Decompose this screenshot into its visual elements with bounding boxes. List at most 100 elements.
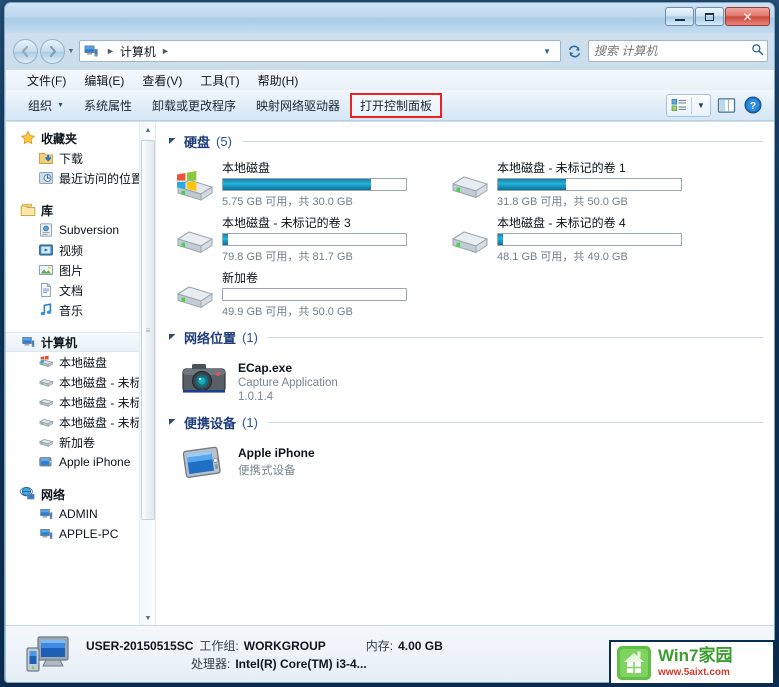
sidebar-item-admin[interactable]: ADMIN [6,504,155,524]
divider [267,337,763,338]
open-control-panel-button[interactable]: 打开控制面板 [350,92,443,118]
item-description: 便携式设备 [238,465,296,477]
collapse-triangle-icon[interactable] [168,332,178,343]
menu-view[interactable]: 查看(V) [133,70,191,91]
sidebar-item-apple-pc[interactable]: APPLE-PC [6,524,155,544]
show-preview-pane-button[interactable] [714,94,738,116]
change-view-button[interactable] [667,94,691,116]
collapse-triangle-icon[interactable] [168,417,178,428]
drive-icon [38,414,54,430]
sidebar-label: 下载 [59,151,84,166]
sidebar-item-documents[interactable]: 文档 [6,280,155,300]
back-button[interactable] [13,38,38,64]
scroll-up-button[interactable]: ▲ [140,122,155,138]
sidebar-item-downloads[interactable]: 下载 [6,148,155,168]
sidebar-item-new-volume[interactable]: 新加卷 [6,432,155,452]
breadcrumb-computer[interactable]: 计算机 [120,43,156,60]
computer-icon [38,526,54,542]
breadcrumb-separator-2[interactable]: ► [161,46,170,56]
sidebar-item-local-disk-2[interactable]: 本地磁盘 - 未标i [6,392,155,412]
drive-icon [38,394,54,410]
scrollbar-thumb[interactable]: ≡ [141,140,155,520]
network-icon [20,486,36,502]
minimize-button[interactable] [665,7,694,26]
group-header-hard-disks[interactable]: 硬盘 (5) [168,132,774,151]
sidebar-item-subversion[interactable]: Subversion [6,220,155,240]
change-view-dropdown[interactable]: ▼ [692,94,710,116]
history-dropdown-button[interactable]: ▼ [65,48,77,55]
portable-device-info: Apple iPhone 便携式设备 [228,442,315,478]
drive-icon [449,167,491,207]
system-properties-button[interactable]: 系统属性 [74,93,142,118]
search-input[interactable] [594,44,751,58]
sidebar-item-local-disk-system[interactable]: 本地磁盘 [6,352,155,372]
chevron-down-icon: ▼ [57,101,64,109]
sidebar-item-videos[interactable]: 视频 [6,240,155,260]
win7-house-logo-icon [617,645,651,680]
navigation-pane-scrollbar[interactable]: ▲ ≡ ▼ [139,122,155,625]
menu-tools[interactable]: 工具(T) [191,70,248,91]
refresh-button[interactable] [563,40,585,62]
address-bar[interactable]: ► 计算机 ► ▼ [79,40,561,62]
sidebar-item-local-disk-1[interactable]: 本地磁盘 - 未标i [6,372,155,392]
sidebar-label: 库 [41,203,54,218]
sidebar-item-favorites[interactable]: 收藏夹 [6,128,155,148]
sidebar-item-local-disk-3[interactable]: 本地磁盘 - 未标i [6,412,155,432]
drive-capacity-text: 48.1 GB 可用，共 49.0 GB [497,251,628,263]
group-count: (1) [242,330,258,345]
portable-device-tile[interactable]: Apple iPhone 便携式设备 [166,436,774,486]
item-view: 硬盘 (5) 本地磁盘 5.75 GB 可用，共 30.0 GB 本地磁盘 - … [156,122,774,625]
divider [267,422,763,423]
drive-icon [174,277,216,317]
details-row-1: USER-20150515SC 工作组: WORKGROUP 内存: 4.00 … [86,637,443,655]
group-count: (1) [242,415,258,430]
music-icon [38,302,54,318]
sidebar-item-pictures[interactable]: 图片 [6,260,155,280]
uninstall-change-program-button[interactable]: 卸载或更改程序 [142,93,246,118]
breadcrumb-separator-1: ► [106,46,115,56]
drive-tile[interactable]: 本地磁盘 - 未标记的卷 3 79.8 GB 可用，共 81.7 GB [166,210,441,265]
group-header-portable-devices[interactable]: 便携设备 (1) [168,413,774,432]
search-box[interactable] [588,40,768,62]
forward-button[interactable] [40,38,65,64]
menu-file[interactable]: 文件(F) [18,70,75,91]
menu-edit[interactable]: 编辑(E) [75,70,133,91]
group-header-network-locations[interactable]: 网络位置 (1) [168,328,774,347]
sidebar-label: 本地磁盘 - 未标i [59,395,145,410]
sidebar-item-apple-iphone[interactable]: Apple iPhone [6,452,155,472]
collapse-triangle-icon[interactable] [168,136,178,147]
help-button[interactable]: ? [741,94,765,116]
sidebar-item-libraries[interactable]: 库 [6,200,155,220]
search-icon[interactable] [751,43,764,59]
downloads-icon [38,150,54,166]
change-view-group[interactable]: ▼ [666,93,711,117]
camera-icon [180,357,228,401]
sidebar-item-network[interactable]: 网络 [6,484,155,504]
drive-tile[interactable]: 本地磁盘 - 未标记的卷 4 48.1 GB 可用，共 49.0 GB [441,210,741,265]
forward-arrow-icon [49,45,57,57]
map-network-drive-button[interactable]: 映射网络驱动器 [246,93,350,118]
network-location-tile[interactable]: ECap.exe Capture Application 1.0.1.4 [166,351,774,403]
group-title: 便携设备 [184,416,237,431]
drive-info: 本地磁盘 - 未标记的卷 3 79.8 GB 可用，共 81.7 GB [216,214,441,264]
drive-icon [174,222,216,262]
address-dropdown-button[interactable]: ▼ [537,47,557,56]
drive-tile[interactable]: 本地磁盘 5.75 GB 可用，共 30.0 GB [166,155,441,210]
title-bar: ✕ [5,3,774,33]
sidebar-item-recent-places[interactable]: 最近访问的位置 [6,168,155,188]
sidebar-item-computer[interactable]: 计算机 [6,332,155,352]
close-icon: ✕ [742,9,753,24]
menu-help[interactable]: 帮助(H) [249,70,308,91]
drive-info: 本地磁盘 5.75 GB 可用，共 30.0 GB [216,159,441,209]
item-name: Apple iPhone [238,446,315,460]
drive-tile[interactable]: 本地磁盘 - 未标记的卷 1 31.8 GB 可用，共 50.0 GB [441,155,741,210]
close-button[interactable]: ✕ [725,7,770,26]
sidebar-item-music[interactable]: 音乐 [6,300,155,320]
capacity-bar-fill [498,179,566,190]
scroll-down-button[interactable]: ▼ [140,610,155,625]
capacity-bar [222,288,407,301]
watermark: Win7家园 www.5aixt.com [609,640,775,685]
maximize-button[interactable] [695,7,724,26]
organize-button[interactable]: 组织 ▼ [18,93,74,118]
drive-tile[interactable]: 新加卷 49.9 GB 可用，共 50.0 GB [166,265,441,320]
